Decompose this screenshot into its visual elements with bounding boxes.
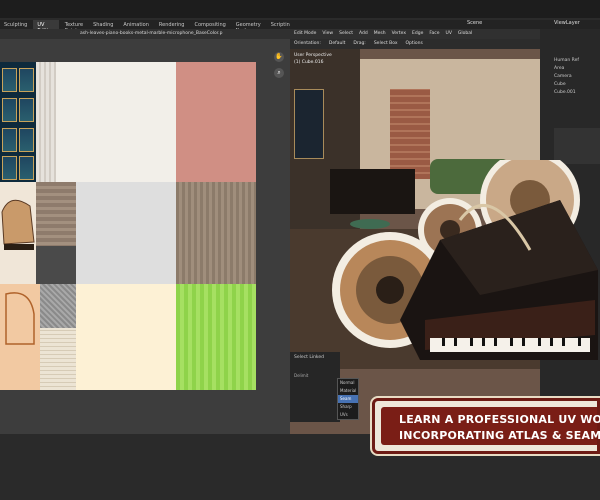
piano-illustration [332, 160, 598, 360]
transform-orientation[interactable]: Global [458, 31, 472, 37]
uv-nav-gizmo: ✋ ⌕ [274, 52, 286, 84]
viewport-header: Edit Mode View Select Add Mesh Vertex Ed… [290, 29, 540, 39]
card-image [19, 128, 34, 152]
uv-editor-header: ash-leaves-piano-books-metal-marble-micr… [0, 29, 290, 39]
tool-settings-bar: Orientation: Default Drag: Select Box Op… [290, 39, 540, 49]
orientation-dropdown[interactable]: Default [329, 41, 345, 47]
menu-vertex[interactable]: Vertex [392, 31, 406, 37]
tab-geometry-nodes[interactable]: Geometry Nodes [232, 20, 265, 34]
menu-face[interactable]: Face [429, 31, 439, 37]
texture-oak-wood [176, 182, 256, 284]
tab-rendering[interactable]: Rendering [155, 20, 189, 29]
outliner-item[interactable]: Human Ref [540, 57, 600, 65]
hand-pan-icon[interactable]: ✋ [274, 52, 284, 62]
viewport-perspective-label: User Perspective [294, 53, 332, 58]
card-image [2, 156, 17, 180]
card-image [19, 156, 34, 180]
texture-cream-paper [76, 284, 176, 390]
tab-animation[interactable]: Animation [119, 20, 153, 29]
drag-label: Drag: [353, 41, 366, 46]
card-image [19, 68, 34, 92]
texture-peach-sketch [0, 284, 40, 390]
banner-line-1: LEARN A PROFESSIONAL UV WO [399, 413, 600, 426]
banner-background: LEARN A PROFESSIONAL UV WO INCORPORATING… [381, 407, 600, 445]
scene-selector[interactable]: Scene [467, 20, 482, 26]
orientation-label: Orientation: [294, 41, 321, 46]
card-image [2, 68, 17, 92]
outliner-item[interactable]: Cube [540, 81, 600, 89]
mode-selector[interactable]: Edit Mode [294, 31, 316, 37]
texture-white-marble [56, 62, 176, 182]
menu-uv[interactable]: UV [446, 31, 452, 37]
tab-texture-paint[interactable]: Texture Paint [61, 20, 87, 34]
outliner-item[interactable]: Cube.001 [540, 89, 600, 97]
app-root: Sculpting UV Editing Texture Paint Shadi… [0, 0, 600, 500]
texture-pink-plaster [176, 62, 256, 182]
banner-line-2: INCORPORATING ATLAS & SEAMI [399, 429, 600, 442]
menu-select[interactable]: Select [339, 31, 353, 37]
menu-mesh[interactable]: Mesh [374, 31, 386, 37]
view-layer-selector[interactable]: ViewLayer [554, 20, 580, 26]
options-button[interactable]: Options [406, 41, 423, 47]
card-image [19, 98, 34, 122]
texture-light-wood [36, 62, 56, 182]
scene-painting [294, 89, 324, 159]
image-name-field[interactable]: ash-leaves-piano-books-metal-marble-micr… [80, 31, 222, 36]
tab-uv-editing[interactable]: UV Editing [33, 20, 59, 34]
piano-sketch-image [1, 199, 35, 250]
properties-panel [554, 128, 600, 164]
texture-tarot-cards [0, 62, 36, 182]
texture-grey-marble [76, 182, 176, 284]
tab-sculpting[interactable]: Sculpting [0, 20, 31, 29]
zoom-icon[interactable]: ⌕ [274, 68, 284, 78]
drag-dropdown[interactable]: Select Box [374, 41, 398, 47]
menu-view[interactable]: View [322, 31, 333, 37]
outliner-item[interactable]: Area [540, 65, 600, 73]
texture-sheet-music [40, 328, 76, 390]
viewport-object-label: (1) Cube.016 [294, 60, 324, 65]
outliner-item[interactable]: Camera [540, 73, 600, 81]
tab-shading[interactable]: Shading [89, 20, 117, 29]
texture-piano-drawing [0, 182, 36, 284]
piano-outline-image [5, 292, 35, 345]
card-image [2, 98, 17, 122]
menu-add[interactable]: Add [359, 31, 368, 37]
promo-banner: LEARN A PROFESSIONAL UV WO INCORPORATING… [372, 398, 600, 454]
top-bar [0, 0, 600, 18]
menu-edge[interactable]: Edge [412, 31, 423, 37]
workspace-tabs: Sculpting UV Editing Texture Paint Shadi… [0, 20, 293, 34]
texture-green-leaves [176, 284, 256, 390]
card-image [2, 128, 17, 152]
texture-dark-patch [36, 246, 76, 284]
tab-compositing[interactable]: Compositing [190, 20, 229, 29]
texture-grey-fabric [40, 284, 76, 328]
